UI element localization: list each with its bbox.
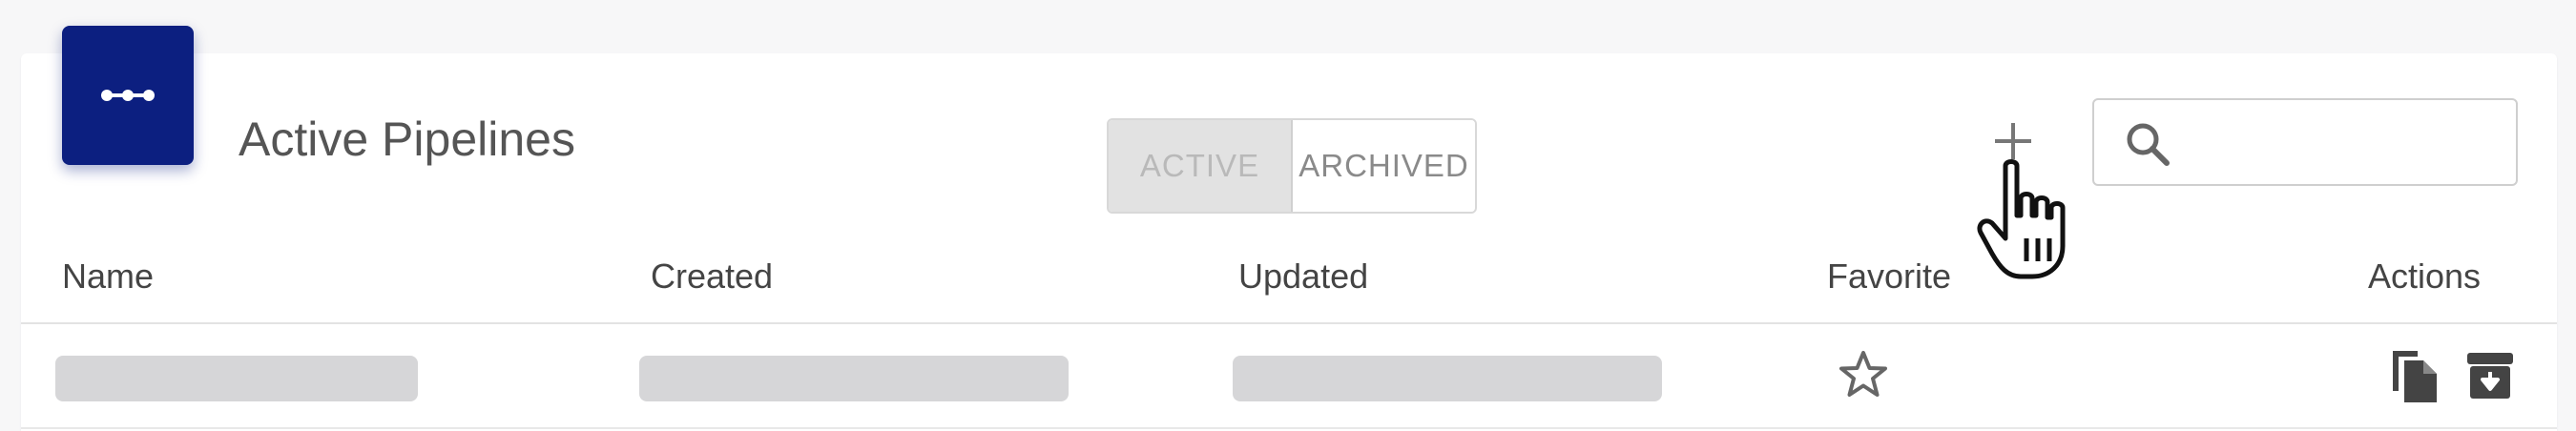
copy-icon[interactable] xyxy=(2389,347,2441,406)
table-header-divider xyxy=(21,322,2557,324)
search-box[interactable] xyxy=(2092,98,2518,186)
search-icon xyxy=(2127,123,2170,166)
column-header-updated[interactable]: Updated xyxy=(1238,257,1368,296)
page-title: Active Pipelines xyxy=(239,113,575,166)
column-header-favorite[interactable]: Favorite xyxy=(1827,257,1951,296)
created-cell-placeholder xyxy=(639,356,1069,401)
column-header-created[interactable]: Created xyxy=(651,257,773,296)
column-header-actions: Actions xyxy=(2368,257,2482,296)
toggle-active[interactable]: ACTIVE xyxy=(1109,120,1293,212)
plus-icon xyxy=(1995,123,2031,159)
pipeline-dots-icon xyxy=(101,90,155,101)
star-outline-icon[interactable] xyxy=(1837,349,1890,402)
pipeline-logo-tile xyxy=(62,26,194,165)
toggle-archived[interactable]: ARCHIVED xyxy=(1293,120,1475,212)
active-archived-toggle: ACTIVE ARCHIVED xyxy=(1107,118,1477,214)
name-cell-placeholder xyxy=(55,356,418,401)
hand-pointer-cursor-icon xyxy=(1977,159,2066,279)
table-row-divider xyxy=(21,427,2557,429)
updated-cell-placeholder xyxy=(1233,356,1662,401)
search-input[interactable] xyxy=(2199,117,2499,171)
archive-icon[interactable] xyxy=(2465,351,2515,400)
column-header-name[interactable]: Name xyxy=(62,257,154,296)
